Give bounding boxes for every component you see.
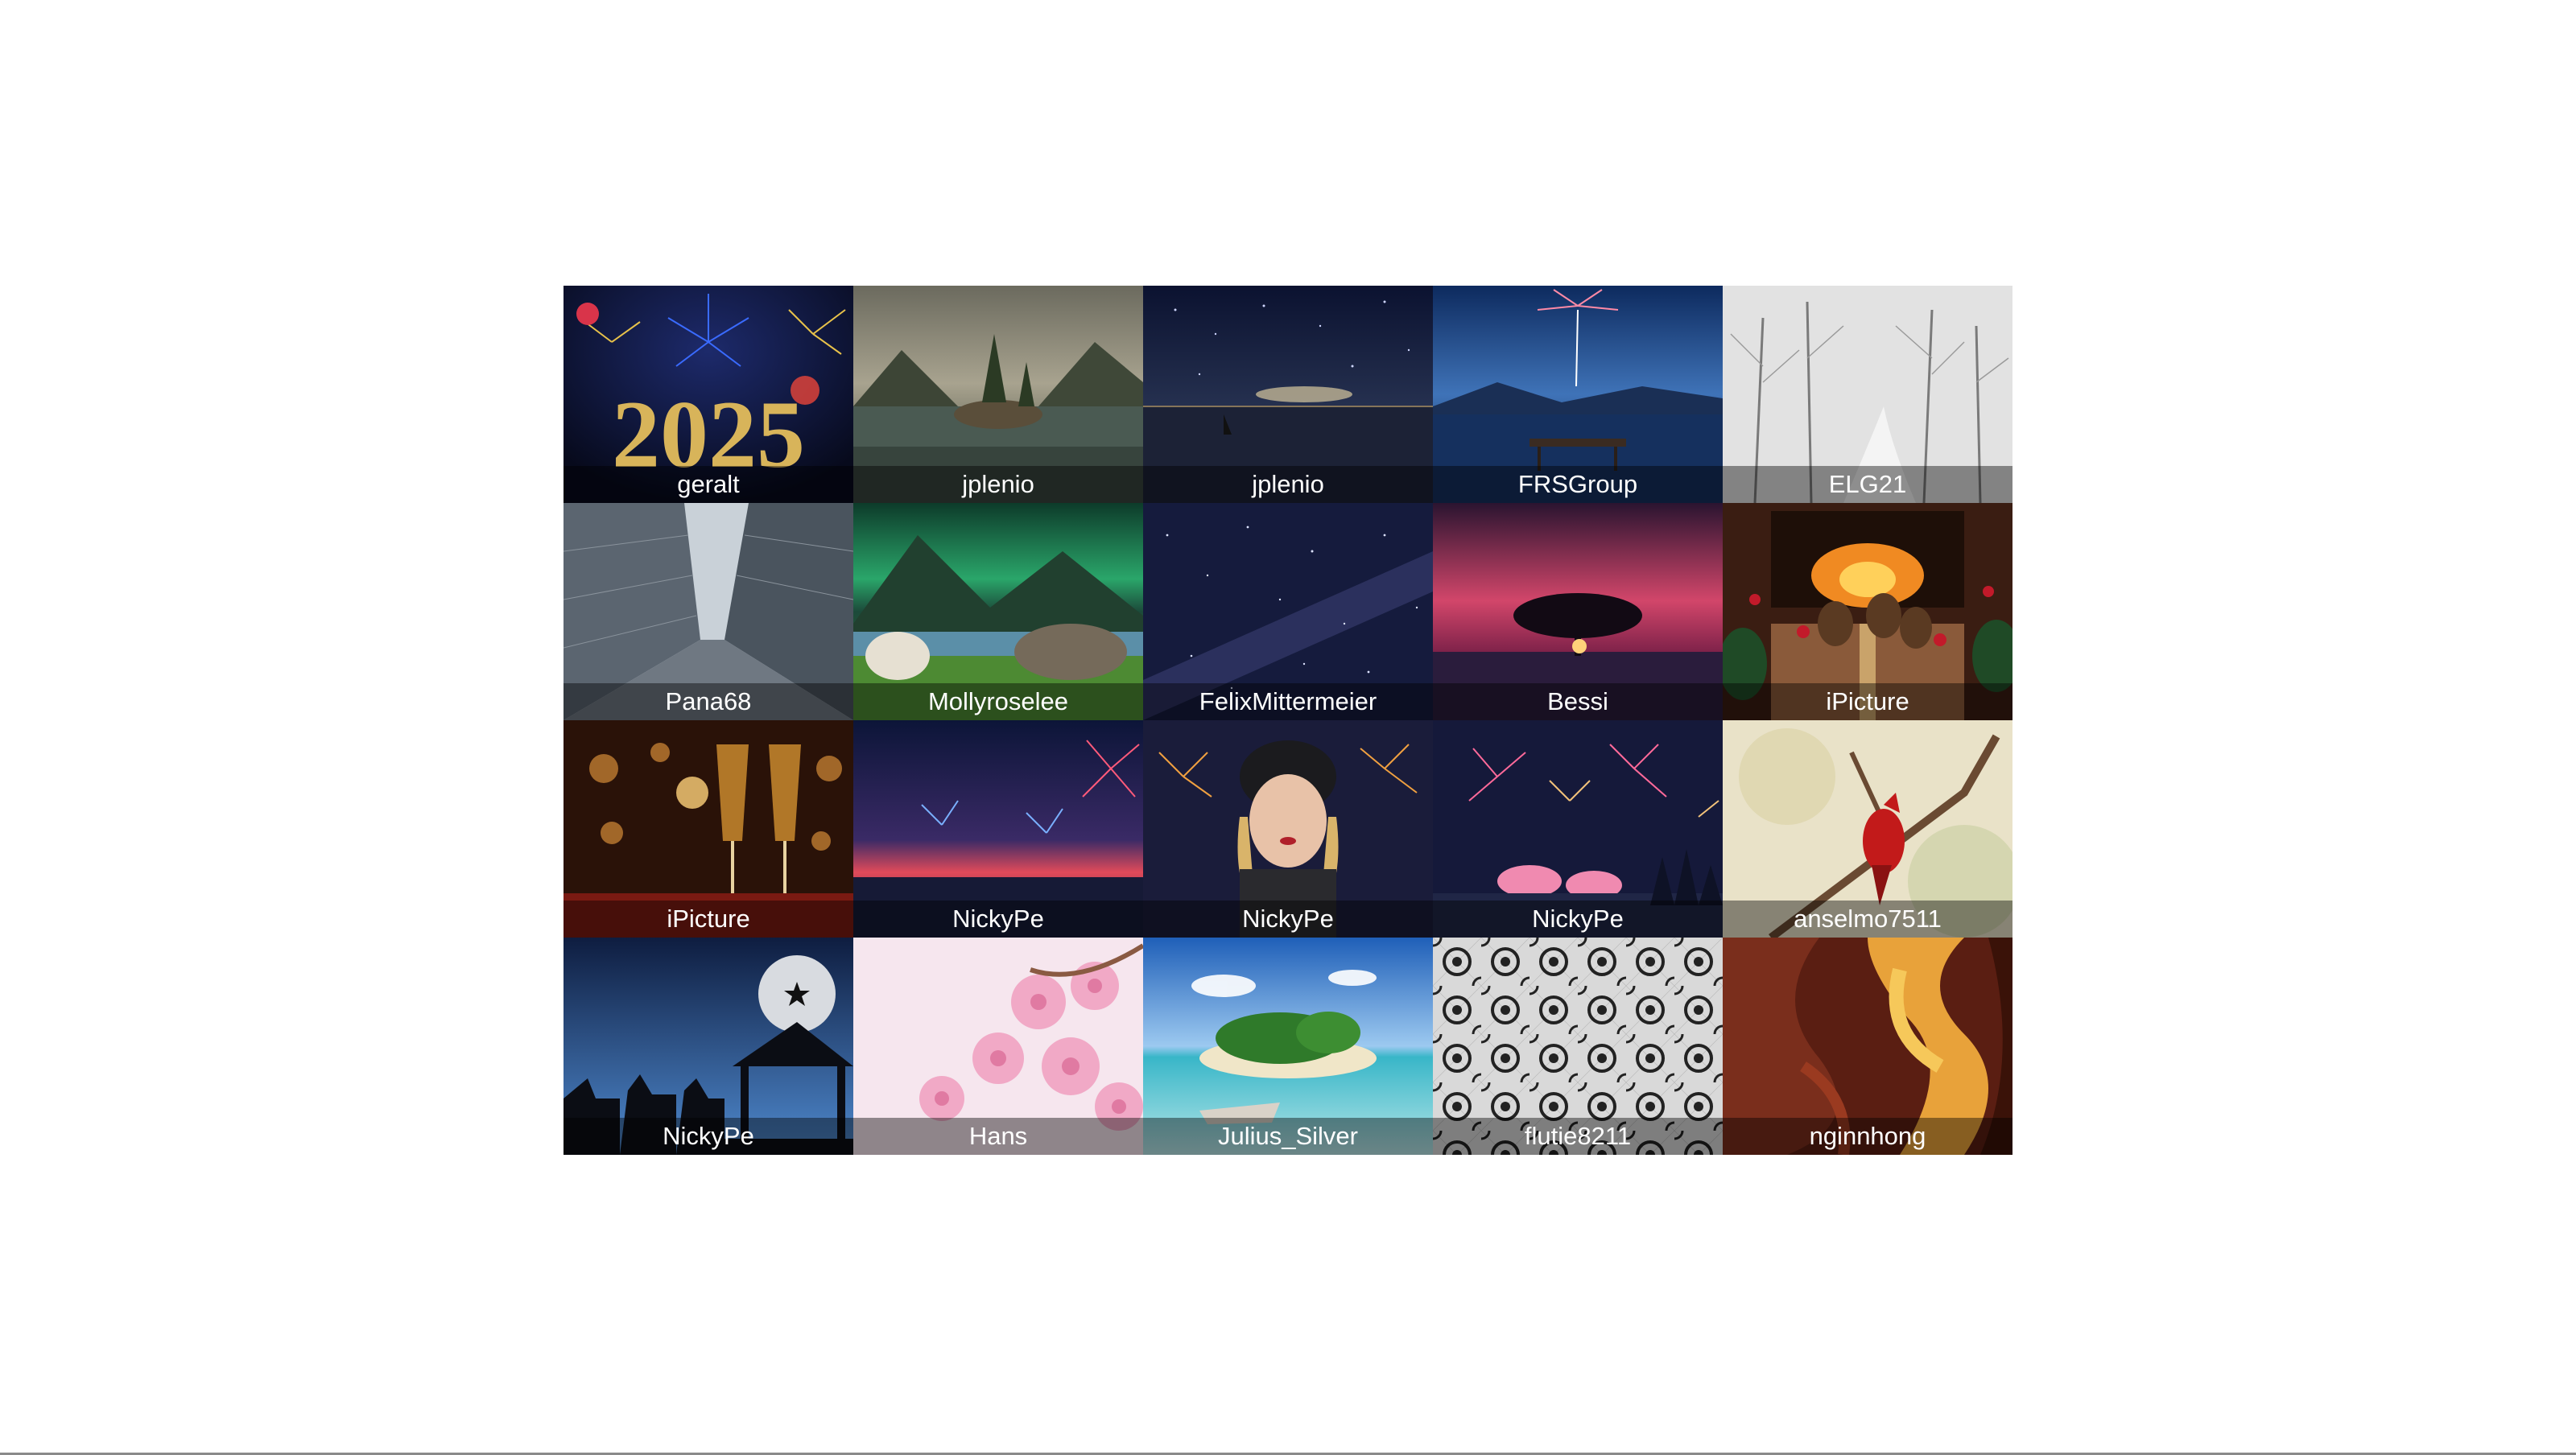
gallery-tile[interactable]: jplenio [1143,286,1433,503]
author-caption: ELG21 [1723,466,2013,503]
gallery-tile[interactable]: nginnhong [1723,938,2013,1155]
image-gallery: 2025 geralt jplenio jplenio FRSGroup ELG… [564,286,2013,1155]
author-caption: NickyPe [1143,901,1433,938]
gallery-tile[interactable]: Mollyroselee [853,503,1143,720]
author-caption: FRSGroup [1433,466,1723,503]
author-caption: NickyPe [853,901,1143,938]
gallery-tile[interactable]: FelixMittermeier [1143,503,1433,720]
author-caption: Hans [853,1118,1143,1155]
author-caption: nginnhong [1723,1118,2013,1155]
gallery-tile[interactable]: Julius_Silver [1143,938,1433,1155]
author-caption: iPicture [1723,683,2013,720]
author-caption: NickyPe [1433,901,1723,938]
gallery-tile[interactable]: 2025 geralt [564,286,853,503]
gallery-tile[interactable]: Bessi [1433,503,1723,720]
author-caption: flutie8211 [1433,1118,1723,1155]
gallery-tile[interactable]: NickyPe [1433,720,1723,938]
author-caption: Pana68 [564,683,853,720]
author-caption: Bessi [1433,683,1723,720]
author-caption: Julius_Silver [1143,1118,1433,1155]
author-caption: geralt [564,466,853,503]
gallery-tile[interactable]: anselmo7511 [1723,720,2013,938]
gallery-tile[interactable]: flutie8211 [1433,938,1723,1155]
author-caption: NickyPe [564,1118,853,1155]
author-caption: jplenio [1143,466,1433,503]
author-caption: anselmo7511 [1723,901,2013,938]
author-caption: Mollyroselee [853,683,1143,720]
author-caption: FelixMittermeier [1143,683,1433,720]
author-caption: iPicture [564,901,853,938]
gallery-tile[interactable]: Hans [853,938,1143,1155]
gallery-tile[interactable]: NickyPe [1143,720,1433,938]
gallery-tile[interactable]: Pana68 [564,503,853,720]
gallery-tile[interactable]: NickyPe [853,720,1143,938]
gallery-tile[interactable]: iPicture [564,720,853,938]
gallery-tile[interactable]: ELG21 [1723,286,2013,503]
gallery-tile[interactable]: jplenio [853,286,1143,503]
gallery-tile[interactable]: NickyPe [564,938,853,1155]
gallery-tile[interactable]: iPicture [1723,503,2013,720]
gallery-tile[interactable]: FRSGroup [1433,286,1723,503]
author-caption: jplenio [853,466,1143,503]
